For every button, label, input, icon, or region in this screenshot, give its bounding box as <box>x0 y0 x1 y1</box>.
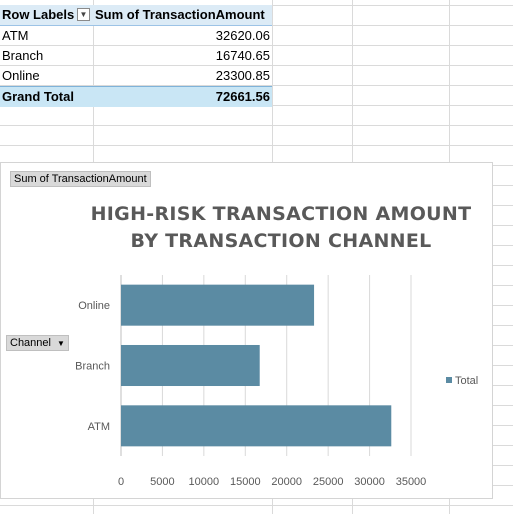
pivot-row-value: 23300.85 <box>215 68 270 83</box>
bar-chart-svg: 0 5000 10000 15000 20000 25000 30000 35000 ATM Br… <box>75 275 478 488</box>
grand-total-row[interactable]: Grand Total 72661.56 <box>0 86 272 107</box>
pivot-row[interactable]: Branch 16740.65 <box>0 46 272 66</box>
pivot-chart[interactable]: Sum of TransactionAmount HIGH-RISK TRANS… <box>0 162 493 499</box>
pivot-row-label: Branch <box>2 48 44 63</box>
value-header: Sum of TransactionAmount <box>95 7 265 22</box>
x-tick-label: 5000 <box>150 476 174 488</box>
x-tick-label: 25000 <box>313 476 344 488</box>
grand-total-label: Grand Total <box>2 89 74 104</box>
row-labels-header: Row Labels <box>2 7 75 22</box>
legend-label: Total <box>455 375 478 387</box>
pivot-row-label: Online <box>2 68 40 83</box>
grid-row-line <box>0 505 513 506</box>
grid-row-line <box>0 145 513 146</box>
pivot-row-value: 32620.06 <box>215 28 270 43</box>
x-tick-label: 0 <box>118 476 124 488</box>
y-category-label: Branch <box>75 361 110 373</box>
x-tick-label: 10000 <box>189 476 220 488</box>
grid-row-line <box>0 125 513 126</box>
legend-swatch <box>446 377 452 383</box>
pivot-row[interactable]: ATM 32620.06 <box>0 26 272 46</box>
x-tick-label: 20000 <box>271 476 302 488</box>
pivot-row[interactable]: Online 23300.85 <box>0 66 272 86</box>
bar-atm <box>121 405 392 447</box>
pivot-table: Row Labels ▼ Sum of TransactionAmount AT… <box>0 5 272 107</box>
y-category-label: ATM <box>88 421 110 433</box>
pivot-header-row: Row Labels ▼ Sum of TransactionAmount <box>0 5 272 26</box>
x-tick-label: 30000 <box>354 476 385 488</box>
x-tick-label: 15000 <box>230 476 261 488</box>
y-category-label: Online <box>78 300 110 312</box>
grand-total-value: 72661.56 <box>215 89 270 104</box>
bar-online <box>121 284 315 326</box>
bar-branch <box>121 344 260 387</box>
x-tick-label: 35000 <box>396 476 427 488</box>
pivot-row-value: 16740.65 <box>215 48 270 63</box>
pivot-row-label: ATM <box>2 28 29 43</box>
dropdown-arrow-icon[interactable]: ▼ <box>77 8 90 21</box>
